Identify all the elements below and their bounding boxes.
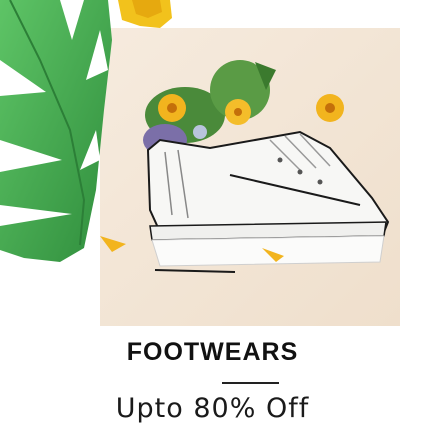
title-divider	[222, 382, 279, 384]
promo-banner-image[interactable]	[0, 0, 425, 330]
promo-offer: Upto 80% Off	[115, 393, 310, 424]
promo-title: FOOTWEARS	[126, 338, 299, 366]
promo-card[interactable]: FOOTWEARS Upto 80% Off	[0, 0, 425, 435]
monstera-leaf	[0, 0, 112, 262]
